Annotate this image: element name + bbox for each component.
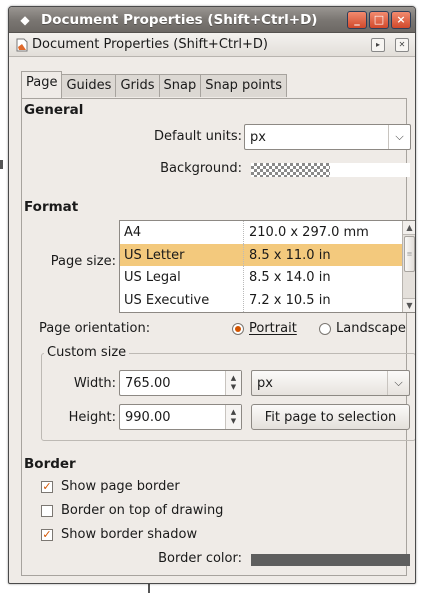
background-label: Background:	[160, 161, 242, 176]
height-spinbox[interactable]: 990.00 ▲ ▼	[119, 404, 242, 430]
landscape-radio[interactable]: Landscape	[319, 321, 406, 336]
page-size-name: US Legal	[120, 266, 244, 290]
size-units-select[interactable]: px ⌵	[251, 370, 410, 396]
close-button[interactable]: ×	[391, 10, 411, 29]
default-units-value: px	[250, 129, 266, 145]
list-item[interactable]: US Executive 7.2 x 10.5 in	[120, 289, 415, 312]
show-border-shadow-checkbox[interactable]: ✓ Show border shadow	[41, 527, 197, 542]
checkmark-icon: ✓	[41, 480, 53, 493]
portrait-label: Portrait	[249, 321, 297, 336]
tab-snap[interactable]: Snap	[158, 74, 202, 97]
dock-header: Document Properties (Shift+Ctrl+D) ▸ ✕	[9, 33, 415, 57]
page-size-name: A4	[120, 221, 244, 244]
default-units-label: Default units:	[154, 129, 242, 144]
border-color-label: Border color:	[158, 551, 242, 566]
scroll-down-arrow-icon[interactable]: ▼	[403, 298, 415, 312]
height-label: Height:	[68, 410, 116, 425]
background-color-swatch-white[interactable]	[330, 163, 410, 177]
scrollbar-thumb[interactable]: ≡	[404, 236, 415, 272]
page-size-name: US Executive	[120, 289, 244, 312]
border-on-top-checkbox[interactable]: Border on top of drawing	[41, 503, 223, 518]
inkscape-app-icon: ◆	[20, 12, 30, 27]
show-page-border-label: Show page border	[61, 479, 180, 494]
checkmark-icon: ✓	[41, 528, 53, 541]
page-tab-panel: General Default units: px ⌵ Background: …	[21, 98, 415, 576]
list-item[interactable]: A4 210.0 x 297.0 mm	[120, 221, 415, 244]
portrait-radio-indicator	[232, 322, 244, 335]
tab-page[interactable]: Page	[21, 71, 63, 98]
page-size-label: Page size:	[50, 254, 116, 269]
landscape-radio-indicator	[319, 322, 331, 335]
chevron-down-icon: ⌵	[387, 371, 409, 395]
size-units-value: px	[257, 375, 273, 391]
spin-arrows-icon[interactable]: ▲ ▼	[225, 405, 241, 429]
window-titlebar[interactable]: ◆ Document Properties (Shift+Ctrl+D) _ □…	[9, 7, 415, 33]
general-section-title: General	[24, 102, 84, 118]
tab-guides[interactable]: Guides	[61, 74, 117, 97]
tab-bar: Page Guides Grids Snap Snap points	[9, 57, 415, 98]
window-title: Document Properties (Shift+Ctrl+D)	[41, 11, 318, 28]
show-border-shadow-label: Show border shadow	[61, 527, 198, 542]
width-label: Width:	[73, 376, 116, 391]
scroll-up-arrow-icon[interactable]: ▲	[403, 221, 415, 235]
custom-size-title: Custom size	[44, 345, 130, 360]
checkbox-empty-icon	[41, 504, 53, 517]
float-dock-button[interactable]: ▸	[371, 37, 385, 52]
list-item[interactable]: US Legal 8.5 x 14.0 in	[120, 266, 415, 290]
tab-snap-points[interactable]: Snap points	[200, 74, 287, 97]
default-units-select[interactable]: px ⌵	[244, 124, 411, 150]
format-section-title: Format	[24, 199, 79, 215]
background-line	[0, 160, 3, 169]
landscape-label: Landscape	[336, 321, 406, 336]
border-color-swatch[interactable]	[251, 554, 410, 566]
height-value: 990.00	[125, 409, 171, 425]
minimize-button[interactable]: _	[347, 10, 367, 29]
document-properties-window: ◆ Document Properties (Shift+Ctrl+D) _ □…	[8, 6, 416, 584]
page-orientation-label: Page orientation:	[39, 321, 151, 336]
fit-page-to-selection-button[interactable]: Fit page to selection	[251, 404, 410, 430]
tab-grids[interactable]: Grids	[115, 74, 160, 97]
width-value: 765.00	[125, 375, 171, 391]
spin-arrows-icon[interactable]: ▲ ▼	[225, 371, 241, 395]
border-section-title: Border	[24, 456, 76, 472]
chevron-down-icon: ⌵	[388, 125, 410, 149]
page-size-dimensions: 8.5 x 14.0 in	[249, 270, 331, 286]
border-on-top-label: Border on top of drawing	[61, 503, 224, 518]
page-size-scrollbar[interactable]: ▲ ≡ ▼	[402, 221, 415, 312]
portrait-radio[interactable]: Portrait	[232, 321, 297, 336]
dock-title: Document Properties (Shift+Ctrl+D)	[32, 37, 268, 52]
width-spinbox[interactable]: 765.00 ▲ ▼	[119, 370, 242, 396]
maximize-button[interactable]: □	[369, 10, 389, 29]
close-dock-button[interactable]: ✕	[395, 37, 409, 52]
page-size-list[interactable]: A4 210.0 x 297.0 mm US Letter 8.5 x 11.0…	[119, 220, 415, 313]
list-item-selected[interactable]: US Letter 8.5 x 11.0 in	[120, 243, 415, 267]
show-page-border-checkbox[interactable]: ✓ Show page border	[41, 479, 180, 494]
page-size-dimensions: 7.2 x 10.5 in	[249, 292, 331, 308]
page-size-dimensions: 8.5 x 11.0 in	[249, 247, 331, 263]
document-icon	[16, 38, 28, 51]
page-size-name: US Letter	[120, 243, 244, 267]
background-color-swatch[interactable]	[251, 163, 330, 177]
page-size-dimensions: 210.0 x 297.0 mm	[249, 224, 369, 240]
background-line	[148, 584, 150, 593]
